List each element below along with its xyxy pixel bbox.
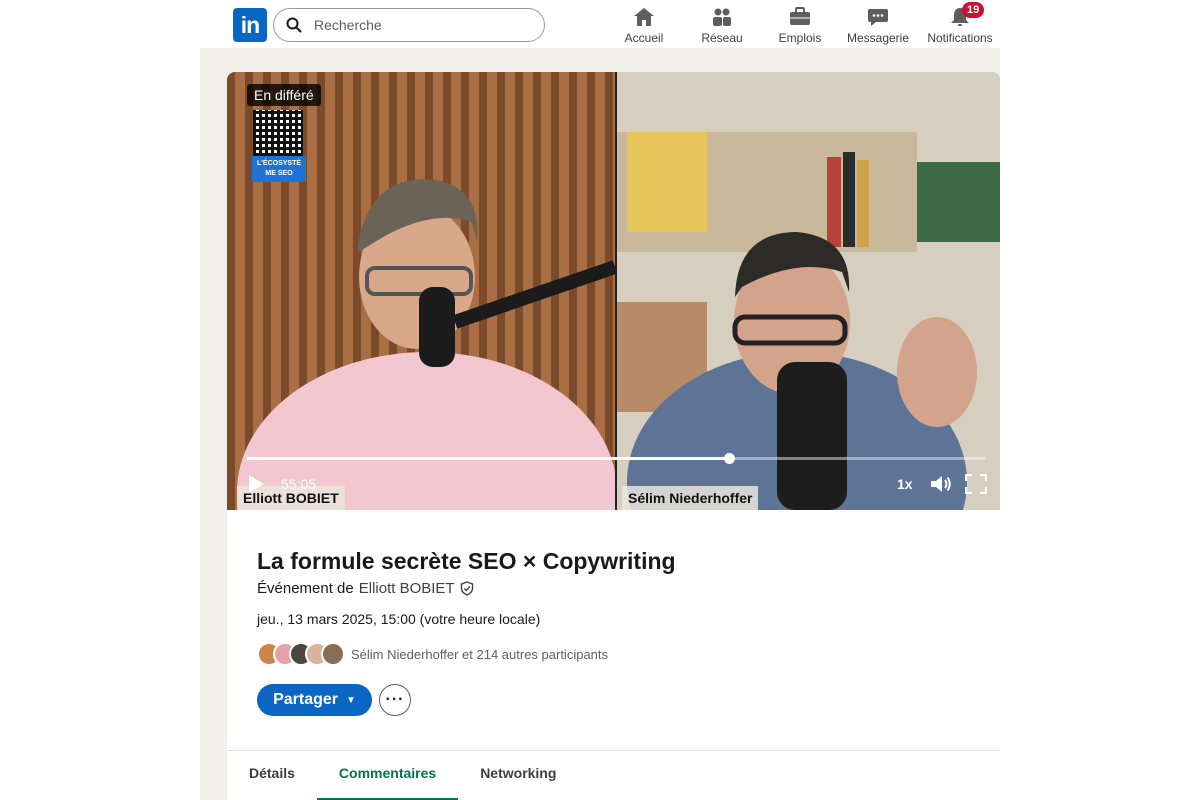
nav-item-label: Réseau: [701, 31, 743, 45]
event-organizer: Événement de Elliott BOBIET: [257, 580, 474, 597]
notification-count-badge: 19: [962, 2, 985, 18]
nav-item-notifications[interactable]: 19 Notifications: [917, 0, 1003, 48]
speaker-name-right: Sélim Niederhoffer: [622, 486, 759, 510]
event-card: En différé L'ÉCOSYSTÈ ME SEO Elliott BOB…: [227, 72, 1000, 800]
verified-shield-icon: [460, 581, 473, 596]
search-box[interactable]: [273, 8, 545, 42]
linkedin-logo[interactable]: in: [233, 8, 267, 42]
play-icon[interactable]: [247, 474, 265, 494]
nav-item-jobs[interactable]: Emplois: [761, 0, 839, 48]
main-nav: Accueil Réseau Emplois Messagerie 19 Not…: [605, 0, 1003, 48]
organizer-prefix: Événement de: [257, 580, 354, 597]
nav-item-messaging[interactable]: Messagerie: [839, 0, 917, 48]
attendees-text: Sélim Niederhoffer et 214 autres partici…: [351, 646, 609, 662]
video-progress-fill: [247, 457, 729, 460]
replay-status-tag: En différé: [247, 84, 321, 106]
qr-brand-label: L'ÉCOSYSTÈ ME SEO: [252, 156, 306, 182]
page-background: En différé L'ÉCOSYSTÈ ME SEO Elliott BOB…: [200, 48, 1000, 800]
nav-item-network[interactable]: Réseau: [683, 0, 761, 48]
playback-speed-button[interactable]: 1x: [897, 476, 913, 492]
network-icon: [713, 8, 731, 26]
top-nav-bar: in Accueil Réseau Emplois Messagerie 19 …: [200, 0, 1000, 48]
speaker-right-silhouette: [617, 72, 1000, 510]
organizer-link[interactable]: Elliott BOBIET: [359, 580, 455, 597]
nav-item-label: Accueil: [624, 31, 664, 45]
video-progress-thumb[interactable]: [723, 453, 735, 464]
video-pane-right: [617, 72, 1000, 510]
event-datetime: jeu., 13 mars 2025, 15:00 (votre heure l…: [257, 611, 541, 627]
search-input[interactable]: [314, 17, 534, 33]
message-icon: [868, 9, 888, 26]
qr-code: [253, 110, 303, 156]
nav-item-label: Emplois: [778, 31, 822, 45]
tab-details[interactable]: Détails: [227, 751, 317, 800]
tab-comments[interactable]: Commentaires: [316, 751, 459, 800]
home-icon: [634, 8, 654, 26]
video-timestamp: 55:05: [281, 476, 317, 492]
share-button[interactable]: Partager ▼: [257, 684, 372, 716]
caret-down-icon: ▼: [346, 694, 356, 706]
event-tabs: Détails Commentaires Networking: [227, 751, 1000, 800]
event-title: La formule secrète SEO × Copywriting: [257, 548, 676, 574]
briefcase-icon: [790, 7, 810, 25]
event-attendees[interactable]: Sélim Niederhoffer et 214 autres partici…: [257, 642, 608, 666]
more-options-button[interactable]: ···: [379, 684, 411, 716]
tab-networking[interactable]: Networking: [458, 751, 578, 800]
attendee-avatars: [257, 642, 345, 666]
share-button-label: Partager: [273, 691, 338, 708]
nav-item-label: Messagerie: [846, 31, 910, 45]
nav-item-label: Notifications: [927, 31, 993, 45]
fullscreen-icon[interactable]: [965, 474, 987, 494]
search-icon: [286, 17, 302, 33]
video-progress-bar[interactable]: [247, 453, 985, 464]
volume-icon[interactable]: [929, 474, 953, 494]
video-player[interactable]: En différé L'ÉCOSYSTÈ ME SEO Elliott BOB…: [227, 72, 1000, 510]
avatar: [321, 642, 345, 666]
nav-item-home[interactable]: Accueil: [605, 0, 683, 48]
